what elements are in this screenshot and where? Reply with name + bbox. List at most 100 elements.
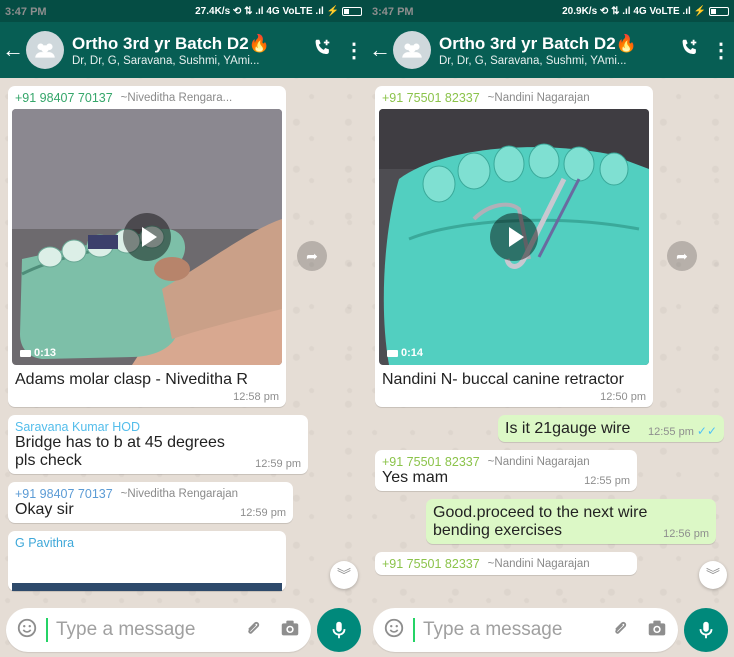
- message-body: Good.proceed to the next wire bending ex…: [433, 504, 709, 540]
- message-input-box[interactable]: Type a message: [6, 608, 311, 652]
- play-icon[interactable]: [123, 213, 171, 261]
- chat-header: ← Ortho 3rd yr Batch D2🔥 Dr, Dr, G, Sara…: [367, 22, 734, 78]
- sender-number: +91 98407 70137: [15, 487, 113, 501]
- message-text: Yes mam: [382, 469, 449, 486]
- video-message[interactable]: +91 98407 70137 ~Niveditha Rengara... 0:…: [8, 86, 286, 407]
- video-duration: 0:14: [387, 347, 423, 359]
- message-input-bar: Type a message: [367, 603, 734, 657]
- message-body: Yes mam 12:55 pm: [382, 469, 630, 487]
- message-body: Okay sir 12:59 pm: [15, 501, 286, 519]
- camera-icon[interactable]: [279, 617, 301, 644]
- message-list[interactable]: +91 98407 70137 ~Niveditha Rengara... 0:…: [0, 78, 367, 611]
- sender-name: ~Nandini Nagarajan: [487, 92, 590, 104]
- message-time-text: 12:55 pm: [648, 426, 694, 438]
- scroll-down-icon[interactable]: ︾: [699, 561, 727, 589]
- play-icon[interactable]: [490, 213, 538, 261]
- status-time: 3:47 PM: [5, 6, 47, 18]
- emoji-icon[interactable]: [383, 617, 405, 644]
- chat-title-box[interactable]: Ortho 3rd yr Batch D2🔥 Dr, Dr, G, Sarava…: [72, 34, 303, 67]
- attach-icon[interactable]: [610, 617, 632, 644]
- sender-number: +91 75501 82337: [382, 557, 480, 571]
- message-text: Okay sir: [15, 501, 74, 518]
- message-time: 12:50 pm: [600, 391, 646, 403]
- video-duration-text: 0:14: [401, 347, 424, 359]
- status-indicators: 27.4K/s ⟲ ⇅ .ıl 4G VoLTE .ıl ⚡: [195, 6, 362, 17]
- message-time: 12:59 pm: [255, 458, 301, 470]
- message-text: Good.proceed to the next wire bending ex…: [433, 504, 648, 539]
- message-input-bar: Type a message: [0, 603, 367, 657]
- video-thumbnail[interactable]: 0:13: [12, 109, 282, 365]
- sender-name: ~Niveditha Rengarajan: [120, 488, 238, 500]
- status-bar: 3:47 PM 27.4K/s ⟲ ⇅ .ıl 4G VoLTE .ıl ⚡: [0, 0, 367, 22]
- message-time: 12:58 pm: [233, 391, 279, 403]
- double-tick-icon: ✓✓: [696, 424, 717, 438]
- group-members: Dr, Dr, G, Saravana, Sushmi, YAmi...: [439, 54, 627, 67]
- message-sender: +91 98407 70137 ~Niveditha Rengara...: [15, 91, 279, 105]
- outgoing-message[interactable]: Is it 21gauge wire 12:55 pm ✓✓: [498, 415, 724, 442]
- message-sender: +91 75501 82337 ~Nandini Nagarajan: [382, 455, 630, 469]
- group-avatar-icon[interactable]: [393, 31, 431, 69]
- emoji-icon[interactable]: [16, 617, 38, 644]
- back-arrow-icon[interactable]: ←: [367, 39, 393, 61]
- right-phone-screen: 3:47 PM 20.9K/s ⟲ ⇅ .ıl 4G VoLTE .ıl ⚡ ←…: [367, 0, 734, 657]
- status-indicators-text: 27.4K/s ⟲ ⇅ .ıl 4G VoLTE .ıl ⚡: [195, 5, 339, 17]
- add-call-icon[interactable]: [303, 37, 341, 64]
- chat-title-box[interactable]: Ortho 3rd yr Batch D2🔥 Dr, Dr, G, Sarava…: [439, 34, 670, 67]
- video-thumbnail[interactable]: [12, 583, 282, 591]
- video-message[interactable]: +91 75501 82337 ~Nandini Nagarajan 0:14 …: [375, 86, 653, 407]
- forward-icon[interactable]: ➦: [667, 241, 697, 271]
- sender-number: +91 98407 70137: [15, 91, 113, 105]
- message-body: Is it 21gauge wire 12:55 pm ✓✓: [505, 420, 717, 438]
- group-title: Ortho 3rd yr Batch D2🔥: [72, 33, 270, 53]
- attach-icon[interactable]: [243, 617, 265, 644]
- video-caption: Adams molar clasp - Niveditha R: [15, 371, 248, 388]
- message-list[interactable]: +91 75501 82337 ~Nandini Nagarajan 0:14 …: [367, 78, 734, 611]
- message-text: Is it 21gauge wire: [505, 420, 631, 437]
- message-sender: +91 98407 70137 ~Niveditha Rengarajan: [15, 487, 286, 501]
- message-input[interactable]: Type a message: [413, 618, 610, 642]
- left-phone-screen: 3:47 PM 27.4K/s ⟲ ⇅ .ıl 4G VoLTE .ıl ⚡ ←…: [0, 0, 367, 657]
- video-camera-icon: [387, 349, 398, 357]
- group-title: Ortho 3rd yr Batch D2🔥: [439, 33, 637, 53]
- sender-name: Saravana Kumar HOD: [15, 420, 141, 434]
- message-sender: Saravana Kumar HOD: [15, 420, 301, 434]
- sender-number: +91 75501 82337: [382, 91, 480, 105]
- mic-icon[interactable]: [684, 608, 728, 652]
- text-message[interactable]: +91 75501 82337 ~Nandini Nagarajan: [375, 552, 637, 575]
- group-members: Dr, Dr, G, Saravana, Sushmi, YAmi...: [72, 54, 260, 67]
- video-thumbnail[interactable]: 0:14: [379, 109, 649, 365]
- outgoing-message[interactable]: Good.proceed to the next wire bending ex…: [426, 499, 716, 544]
- status-indicators-text: 20.9K/s ⟲ ⇅ .ıl 4G VoLTE .ıl ⚡: [562, 5, 706, 17]
- forward-icon[interactable]: ➦: [297, 241, 327, 271]
- more-vert-icon[interactable]: ⋮: [341, 38, 367, 63]
- back-arrow-icon[interactable]: ←: [0, 39, 26, 61]
- status-time: 3:47 PM: [372, 6, 414, 18]
- battery-icon: [709, 6, 729, 16]
- message-sender: +91 75501 82337 ~Nandini Nagarajan: [382, 91, 646, 105]
- message-input[interactable]: Type a message: [46, 618, 243, 642]
- text-message[interactable]: +91 75501 82337 ~Nandini Nagarajan Yes m…: [375, 450, 637, 491]
- message-time: 12:59 pm: [240, 507, 286, 519]
- video-duration: 0:13: [20, 347, 56, 359]
- camera-icon[interactable]: [646, 617, 668, 644]
- message-input-box[interactable]: Type a message: [373, 608, 678, 652]
- text-message[interactable]: +91 98407 70137 ~Niveditha Rengarajan Ok…: [8, 482, 293, 523]
- more-vert-icon[interactable]: ⋮: [708, 38, 734, 63]
- battery-icon: [342, 6, 362, 16]
- chat-header: ← Ortho 3rd yr Batch D2🔥 Dr, Dr, G, Sara…: [0, 22, 367, 78]
- message-text: Bridge has to b at 45 degrees pls check: [15, 434, 225, 469]
- scroll-down-icon[interactable]: ︾: [330, 561, 358, 589]
- video-duration-text: 0:13: [34, 347, 57, 359]
- message-time: 12:56 pm: [663, 528, 709, 540]
- message-time: 12:55 pm ✓✓: [648, 424, 717, 438]
- mic-icon[interactable]: [317, 608, 361, 652]
- text-message[interactable]: Saravana Kumar HOD Bridge has to b at 45…: [8, 415, 308, 474]
- sender-number: +91 75501 82337: [382, 455, 480, 469]
- sender-name: ~Nandini Nagarajan: [487, 558, 590, 570]
- video-message[interactable]: G Pavithra: [8, 531, 286, 591]
- add-call-icon[interactable]: [670, 37, 708, 64]
- group-avatar-icon[interactable]: [26, 31, 64, 69]
- video-camera-icon: [20, 349, 31, 357]
- status-indicators: 20.9K/s ⟲ ⇅ .ıl 4G VoLTE .ıl ⚡: [562, 6, 729, 17]
- message-time: 12:55 pm: [584, 475, 630, 487]
